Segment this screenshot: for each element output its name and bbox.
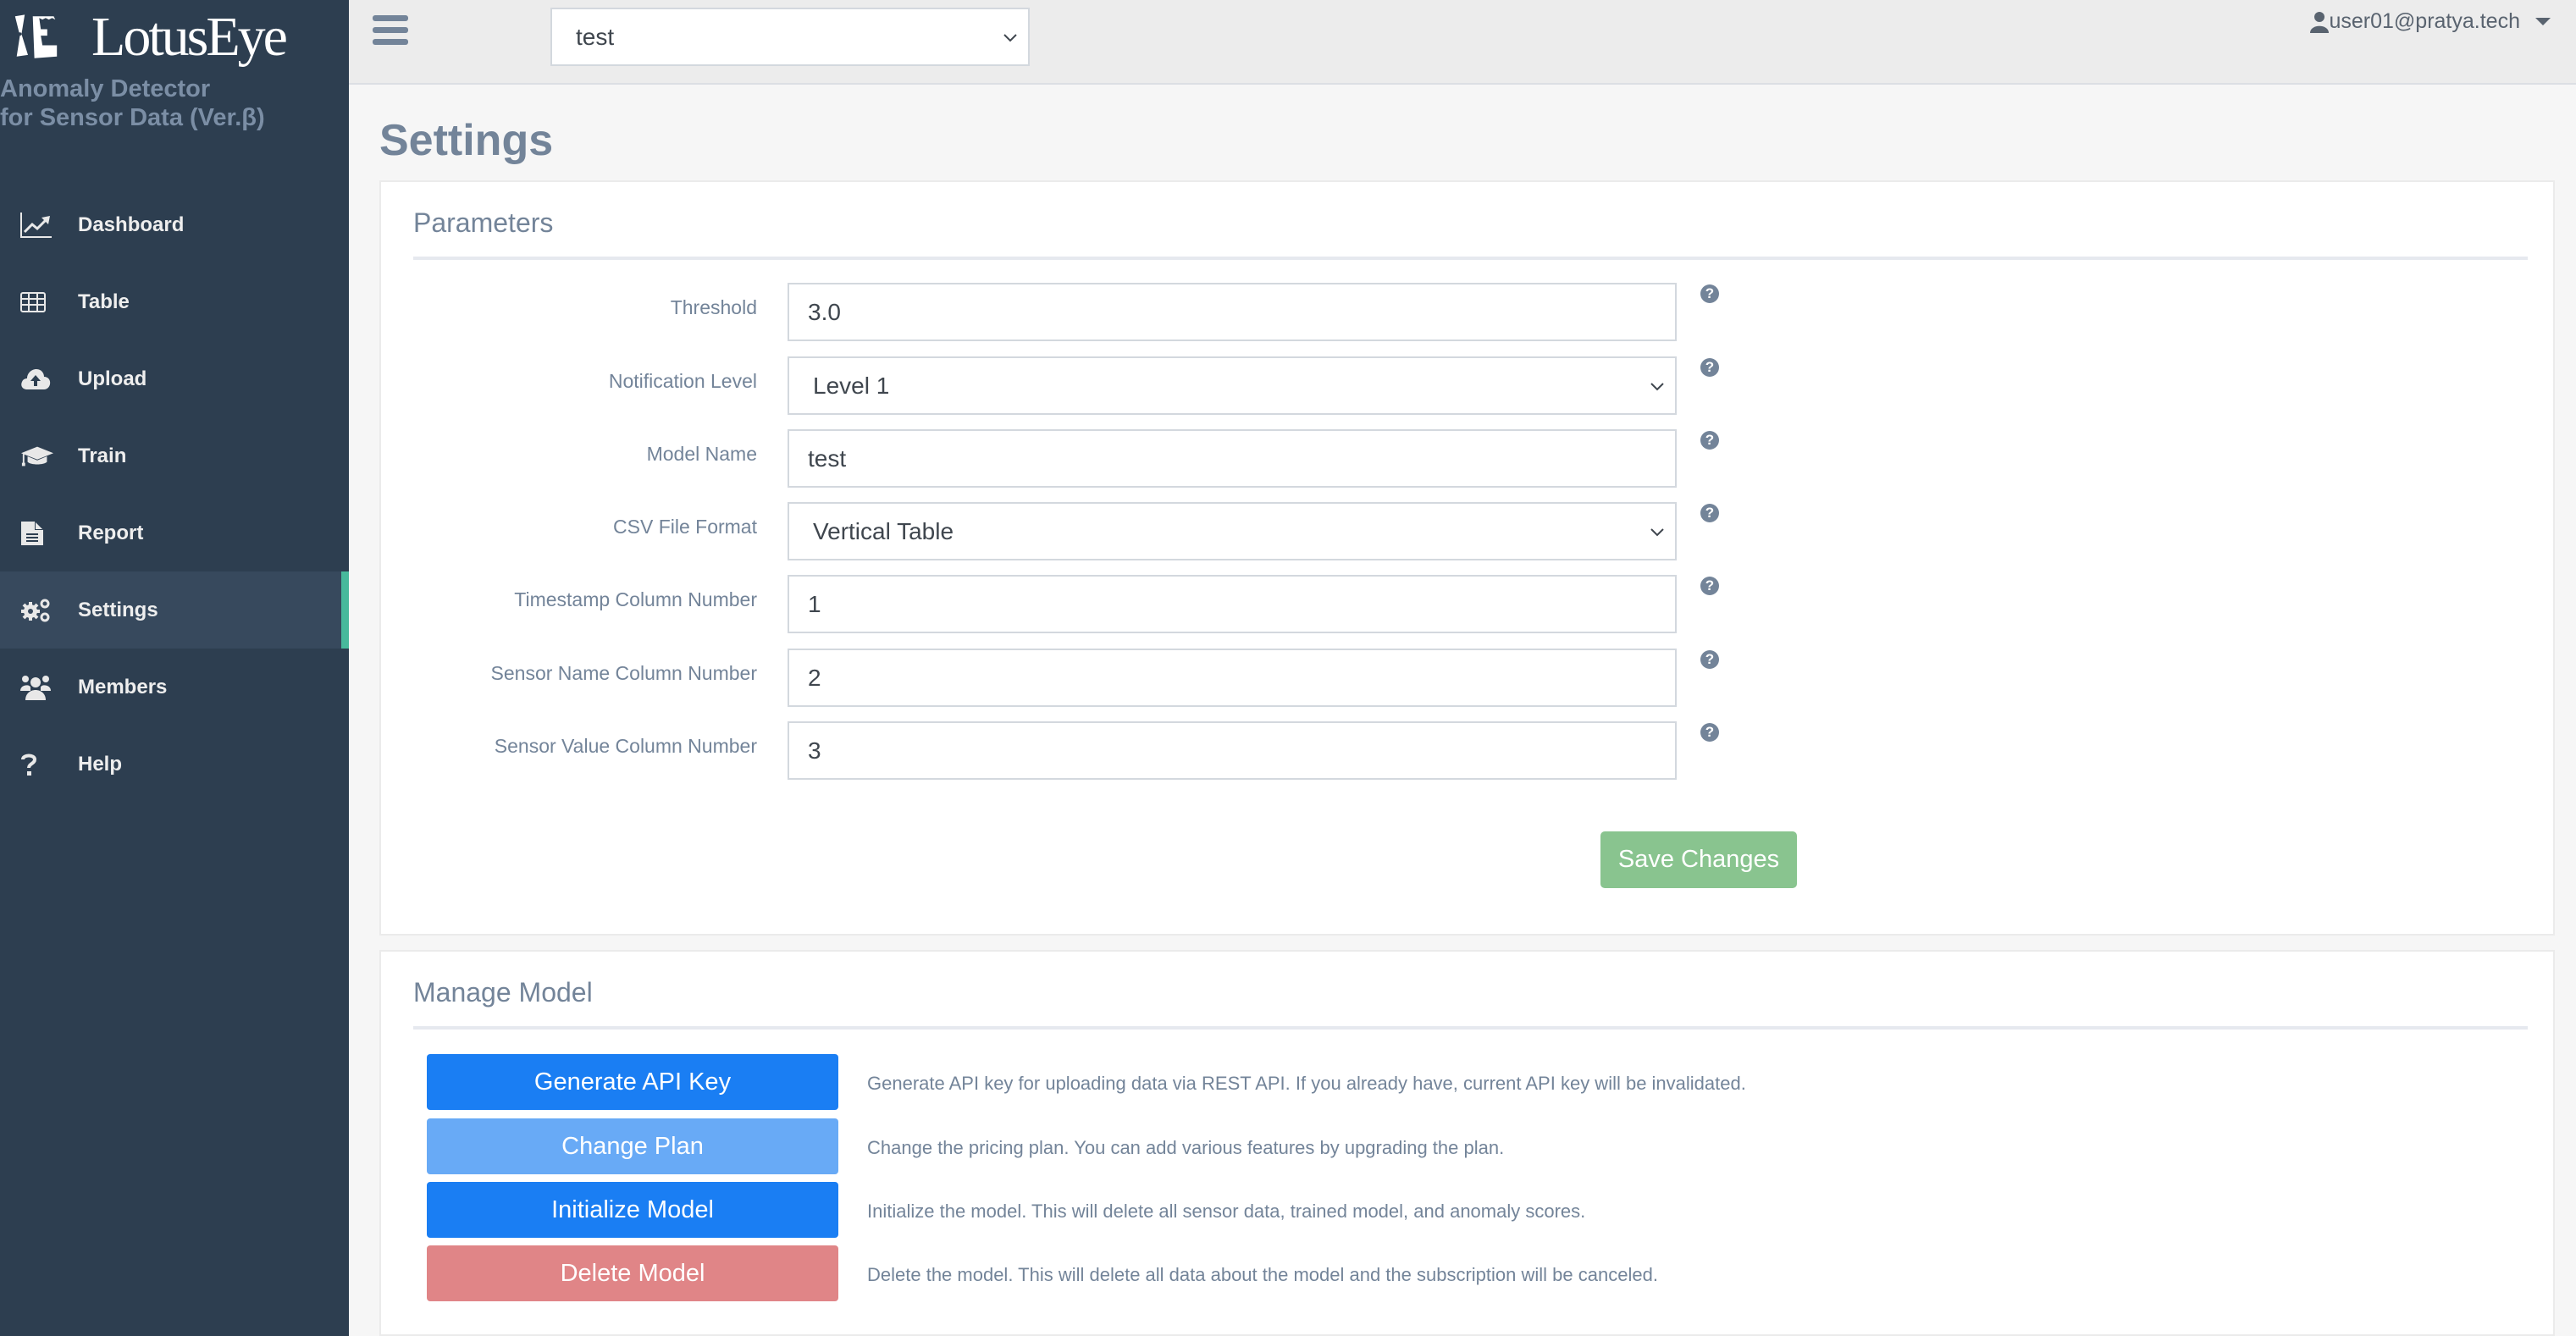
sidebar-nav: Dashboard Table Upload Train Report Sett… (0, 186, 349, 803)
sensor-name-column-label: Sensor Name Column Number (490, 662, 757, 684)
generate-api-key-row: Generate API Key Generate API key for up… (427, 1054, 2459, 1110)
sensor-name-column-input[interactable] (788, 649, 1677, 707)
sidebar: LotusEye Anomaly Detector for Sensor Dat… (0, 0, 349, 1336)
delete-model-description: Delete the model. This will delete all d… (867, 1264, 1658, 1285)
sidebar-item-dashboard[interactable]: Dashboard (0, 186, 349, 263)
notification-level-label: Notification Level (608, 370, 757, 392)
brand-subtitle-line2: for Sensor Data (Ver.β) (0, 104, 265, 131)
lotuseye-logo-icon (14, 14, 58, 58)
sidebar-item-label: Help (78, 752, 123, 776)
users-icon (20, 672, 54, 703)
help-icon[interactable]: ? (1700, 504, 1719, 522)
sidebar-item-label: Table (78, 290, 130, 313)
change-plan-row: Change Plan Change the pricing plan. You… (427, 1118, 2459, 1174)
model-name-label: Model Name (646, 443, 757, 465)
timestamp-column-input[interactable] (788, 575, 1677, 633)
brand-subtitle-line1: Anomaly Detector (0, 75, 211, 102)
model-select[interactable]: test (550, 8, 1030, 66)
generate-api-key-description: Generate API key for uploading data via … (867, 1073, 1746, 1094)
help-icon[interactable]: ? (1700, 650, 1719, 669)
sensor-value-column-label: Sensor Value Column Number (494, 735, 757, 757)
csv-format-row: CSV File Format Vertical Table ? (381, 502, 2557, 561)
help-icon[interactable]: ? (1700, 358, 1719, 377)
chevron-down-icon (1650, 383, 1664, 391)
delete-model-row: Delete Model Delete the model. This will… (427, 1245, 2459, 1301)
table-icon (20, 287, 54, 317)
help-icon[interactable]: ? (1700, 284, 1719, 303)
hamburger-menu-icon[interactable] (373, 15, 408, 46)
sidebar-item-train[interactable]: Train (0, 417, 349, 494)
question-icon (20, 749, 54, 780)
csv-format-select[interactable]: Vertical Table (788, 502, 1677, 560)
model-select-value: test (576, 23, 615, 50)
sidebar-item-table[interactable]: Table (0, 263, 349, 340)
sidebar-item-label: Upload (78, 367, 147, 390)
divider (413, 1026, 2528, 1030)
model-name-row: Model Name ? (381, 429, 2557, 489)
notification-level-row: Notification Level Level 1 ? (381, 356, 2557, 416)
initialize-model-button[interactable]: Initialize Model (427, 1182, 838, 1238)
threshold-label: Threshold (670, 296, 757, 318)
user-icon (2310, 11, 2330, 33)
help-icon[interactable]: ? (1700, 431, 1719, 450)
file-text-icon (20, 518, 54, 549)
csv-format-value: Vertical Table (813, 517, 954, 544)
user-menu[interactable]: user01@pratya.tech (2310, 9, 2551, 34)
graduation-cap-icon (20, 441, 54, 472)
brand[interactable]: LotusEye (12, 6, 288, 68)
brand-name: LotusEye (91, 6, 288, 68)
change-plan-button[interactable]: Change Plan (427, 1118, 838, 1174)
brand-subtitle: Anomaly Detector for Sensor Data (Ver.β) (0, 75, 265, 132)
threshold-input[interactable] (788, 283, 1677, 341)
csv-format-label: CSV File Format (613, 516, 757, 538)
timestamp-column-label: Timestamp Column Number (514, 588, 757, 610)
threshold-row: Threshold ? (381, 283, 2557, 342)
chevron-down-icon (1650, 528, 1664, 537)
parameters-card: Parameters Threshold ? Notification Leve… (379, 180, 2555, 936)
caret-down-icon (2535, 18, 2551, 25)
cloud-upload-icon (20, 364, 54, 395)
save-changes-button[interactable]: Save Changes (1600, 831, 1797, 888)
notification-level-select[interactable]: Level 1 (788, 356, 1677, 415)
topbar: test user01@pratya.tech (349, 0, 2576, 85)
model-name-input[interactable] (788, 429, 1677, 488)
initialize-model-row: Initialize Model Initialize the model. T… (427, 1182, 2459, 1238)
sensor-value-column-row: Sensor Value Column Number ? (381, 721, 2557, 781)
user-email: user01@pratya.tech (2329, 9, 2520, 33)
initialize-model-description: Initialize the model. This will delete a… (867, 1201, 1586, 1222)
sidebar-item-report[interactable]: Report (0, 494, 349, 571)
sidebar-item-label: Train (78, 444, 127, 467)
notification-level-value: Level 1 (813, 372, 890, 399)
timestamp-column-row: Timestamp Column Number ? (381, 575, 2557, 634)
chart-line-icon (20, 210, 54, 240)
help-icon[interactable]: ? (1700, 577, 1719, 595)
manage-model-card: Manage Model Generate API Key Generate A… (379, 950, 2555, 1336)
sidebar-item-label: Report (78, 521, 144, 544)
page-title: Settings (379, 116, 554, 165)
sidebar-item-label: Settings (78, 598, 158, 621)
help-icon[interactable]: ? (1700, 723, 1719, 742)
sidebar-item-members[interactable]: Members (0, 649, 349, 726)
parameters-title: Parameters (413, 207, 554, 238)
sensor-name-column-row: Sensor Name Column Number ? (381, 649, 2557, 708)
sidebar-item-label: Dashboard (78, 213, 185, 236)
gears-icon (20, 595, 54, 626)
divider (413, 257, 2528, 260)
sidebar-item-label: Members (78, 675, 168, 698)
sidebar-item-upload[interactable]: Upload (0, 340, 349, 417)
manage-model-title: Manage Model (413, 977, 593, 1008)
sidebar-item-help[interactable]: Help (0, 726, 349, 803)
change-plan-description: Change the pricing plan. You can add var… (867, 1137, 1505, 1158)
generate-api-key-button[interactable]: Generate API Key (427, 1054, 838, 1110)
sensor-value-column-input[interactable] (788, 721, 1677, 780)
delete-model-button[interactable]: Delete Model (427, 1245, 838, 1301)
sidebar-item-settings[interactable]: Settings (0, 571, 349, 649)
chevron-down-icon (1003, 34, 1017, 42)
